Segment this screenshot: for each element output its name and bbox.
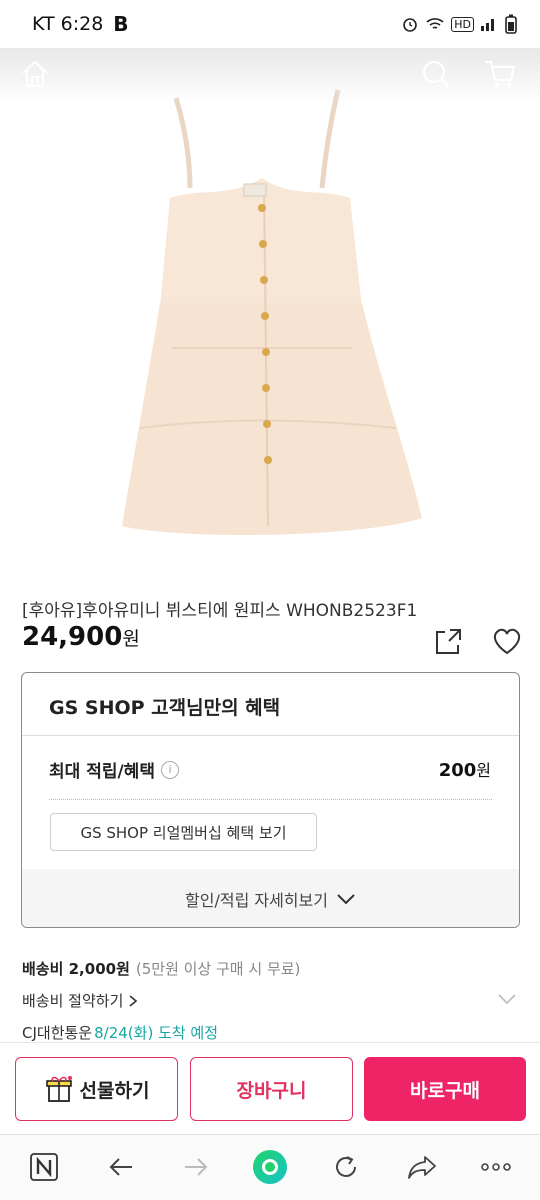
shipping-save-link[interactable]: 배송비 절약하기: [22, 990, 139, 1011]
membership-benefit-button[interactable]: GS SHOP 리얼멤버십 혜택 보기: [50, 813, 317, 851]
arrow-left-icon: [109, 1158, 132, 1176]
reward-label: 최대 적립/혜택 i: [49, 757, 179, 782]
alarm-icon: [403, 18, 418, 32]
arrow-right-icon: [185, 1158, 208, 1176]
top-nav: [0, 48, 540, 104]
reward-unit: 원: [476, 761, 491, 780]
chevron-down-icon: [337, 894, 355, 905]
search-button[interactable]: [414, 52, 458, 96]
gift-label: 선물하기: [79, 1079, 150, 1102]
forward-share-icon: [408, 1156, 436, 1179]
wifi-icon: [426, 18, 444, 29]
shipping-carrier: CJ대한통운 8/24(화) 도착 예정: [22, 1022, 218, 1043]
wishlist-button[interactable]: [490, 624, 524, 658]
more-icon: [481, 1163, 511, 1171]
naver-icon: [30, 1153, 58, 1181]
status-bar: KT 6:28 B HD: [0, 0, 540, 48]
benefit-box: GS SHOP 고객님만의 혜택 최대 적립/혜택 i 200원 GS SHOP…: [21, 672, 520, 928]
share-page-button[interactable]: [404, 1149, 440, 1185]
home-button[interactable]: [13, 52, 57, 96]
info-icon[interactable]: i: [160, 760, 179, 779]
status-left: KT 6:28 B: [32, 12, 129, 36]
search-icon: [422, 60, 450, 88]
carrier-name: CJ대한통운: [22, 1024, 93, 1042]
shipping-expand-button[interactable]: [496, 988, 518, 1010]
share-button[interactable]: [432, 624, 466, 658]
forward-button[interactable]: [178, 1149, 214, 1185]
heart-icon: [493, 628, 521, 655]
product-image[interactable]: [0, 48, 540, 578]
green-dot-button[interactable]: [252, 1149, 288, 1185]
network-label: HD: [451, 16, 474, 32]
reward-amount: 200: [438, 760, 477, 781]
green-dot-icon: [253, 1150, 287, 1184]
product-name: [후아유]후아유미니 뷔스티에 원피스 WHONB2523F1: [22, 601, 418, 621]
app-badge: B: [113, 12, 129, 36]
dotted-divider: [49, 799, 492, 800]
buy-now-button[interactable]: 바로구매: [364, 1057, 526, 1121]
status-icons: HD: [401, 14, 518, 34]
shipping-fee: 배송비 2,000원 (5만원 이상 구매 시 무료): [22, 958, 300, 979]
refresh-button[interactable]: [328, 1149, 364, 1185]
share-icon: [436, 629, 461, 654]
shipping-fee-note: (5만원 이상 구매 시 무료): [135, 960, 301, 978]
cart-icon: [485, 60, 516, 88]
back-button[interactable]: [103, 1149, 139, 1185]
refresh-icon: [336, 1156, 356, 1177]
cart-button[interactable]: [478, 52, 522, 96]
chevron-down-icon: [498, 994, 516, 1005]
reward-label-text: 최대 적립/혜택: [49, 762, 155, 782]
price-unit: 원: [122, 628, 140, 650]
benefit-title: GS SHOP 고객님만의 혜택: [49, 697, 281, 719]
naver-home-button[interactable]: [26, 1149, 62, 1185]
more-button[interactable]: [478, 1149, 514, 1185]
product-price: 24,900원: [22, 622, 140, 652]
gift-button[interactable]: 선물하기: [15, 1057, 178, 1121]
battery-icon: [505, 14, 517, 34]
arrival-date: 8/24(화) 도착 예정: [94, 1024, 219, 1042]
reward-value: 200원: [439, 757, 491, 781]
detail-toggle-label: 할인/적립 자세히보기: [185, 891, 328, 910]
add-to-cart-button[interactable]: 장바구니: [190, 1057, 353, 1121]
divider: [22, 735, 519, 736]
browser-nav: [0, 1134, 540, 1200]
action-bar: 선물하기 장바구니 바로구매: [0, 1042, 540, 1134]
signal-icon: [481, 19, 494, 31]
chevron-right-icon: [129, 994, 138, 1007]
carrier-time: KT 6:28: [32, 13, 104, 35]
gift-icon: [45, 1076, 72, 1102]
shipping-save-label: 배송비 절약하기: [22, 992, 124, 1010]
home-icon: [22, 60, 48, 88]
detail-toggle[interactable]: 할인/적립 자세히보기: [22, 869, 519, 927]
price-value: 24,900: [22, 622, 123, 652]
shipping-fee-label: 배송비 2,000원: [22, 960, 130, 978]
